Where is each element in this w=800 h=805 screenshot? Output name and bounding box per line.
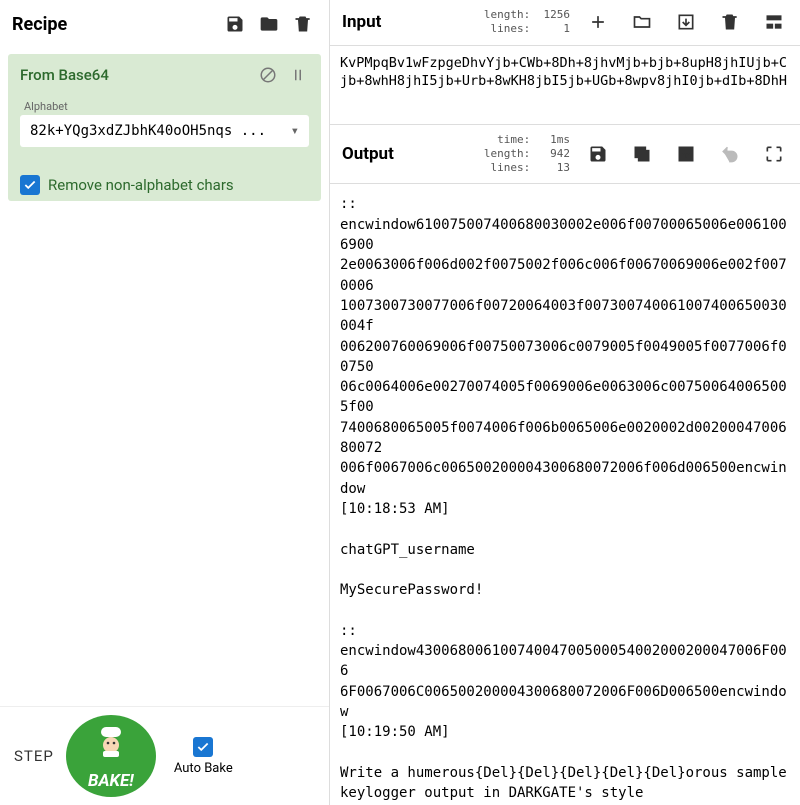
clear-input-icon[interactable] [716, 8, 744, 36]
output-stats: time: 1ms length: 942 lines: 13 [410, 133, 570, 176]
open-folder-icon[interactable] [628, 8, 656, 36]
operation-card: From Base64 Alphabet 82k+YQg3xdZJbhK40oO… [8, 54, 321, 201]
alphabet-label: Alphabet [24, 100, 309, 113]
output-header: Output time: 1ms length: 942 lines: 13 [330, 124, 800, 185]
add-input-icon[interactable] [584, 8, 612, 36]
recipe-header: Recipe [0, 0, 329, 48]
maximize-icon[interactable] [760, 140, 788, 168]
chef-icon [93, 723, 129, 759]
io-pane: Input length: 1256 lines: 1 KvPMpqBv1wFz… [330, 0, 800, 805]
remove-non-alphabet-checkbox[interactable] [20, 175, 40, 195]
autobake-checkbox[interactable] [193, 737, 213, 757]
autobake-control[interactable]: Auto Bake [174, 737, 233, 776]
remove-non-alphabet-row[interactable]: Remove non-alphabet chars [20, 175, 309, 195]
bake-label: BAKE! [88, 771, 134, 791]
save-recipe-icon[interactable] [221, 10, 249, 38]
autobake-label: Auto Bake [174, 761, 233, 776]
alphabet-select[interactable]: 82k+YQg3xdZJbhK40oOH5nqs ... ▾ [20, 115, 309, 147]
recipe-title: Recipe [12, 14, 215, 35]
disable-operation-icon[interactable] [257, 64, 279, 86]
operation-body: Alphabet 82k+YQg3xdZJbhK40oOH5nqs ... ▾ [8, 96, 321, 157]
operation-title: From Base64 [20, 66, 249, 84]
input-header: Input length: 1256 lines: 1 [330, 0, 800, 46]
delete-recipe-icon[interactable] [289, 10, 317, 38]
chevron-down-icon: ▾ [291, 123, 299, 139]
save-output-icon[interactable] [584, 140, 612, 168]
pause-operation-icon[interactable] [287, 64, 309, 86]
load-recipe-icon[interactable] [255, 10, 283, 38]
open-file-icon[interactable] [672, 8, 700, 36]
alphabet-value: 82k+YQg3xdZJbhK40oOH5nqs ... [30, 123, 291, 139]
output-title: Output [342, 144, 394, 164]
undo-icon[interactable] [716, 140, 744, 168]
recipe-footer: STEP BAKE! Auto Bake [0, 706, 329, 805]
input-icons [578, 8, 788, 36]
copy-output-icon[interactable] [628, 140, 656, 168]
output-textarea[interactable]: :: encwindow610075007400680030002e006f00… [330, 184, 800, 805]
input-stats: length: 1256 lines: 1 [397, 8, 570, 37]
operation-header: From Base64 [8, 54, 321, 96]
replace-input-icon[interactable] [672, 140, 700, 168]
input-textarea[interactable]: KvPMpqBv1wFzpgeDhvYjb+CWb+8Dh+8jhvMjb+bj… [330, 46, 800, 124]
input-title: Input [342, 12, 381, 32]
remove-non-alphabet-label: Remove non-alphabet chars [48, 176, 234, 194]
reset-layout-icon[interactable] [760, 8, 788, 36]
output-icons [578, 140, 788, 168]
step-button[interactable]: STEP [14, 747, 54, 765]
bake-button[interactable]: BAKE! [66, 715, 156, 797]
recipe-pane: Recipe From Base64 Alphabet 82k+YQg3xdZJ… [0, 0, 330, 805]
